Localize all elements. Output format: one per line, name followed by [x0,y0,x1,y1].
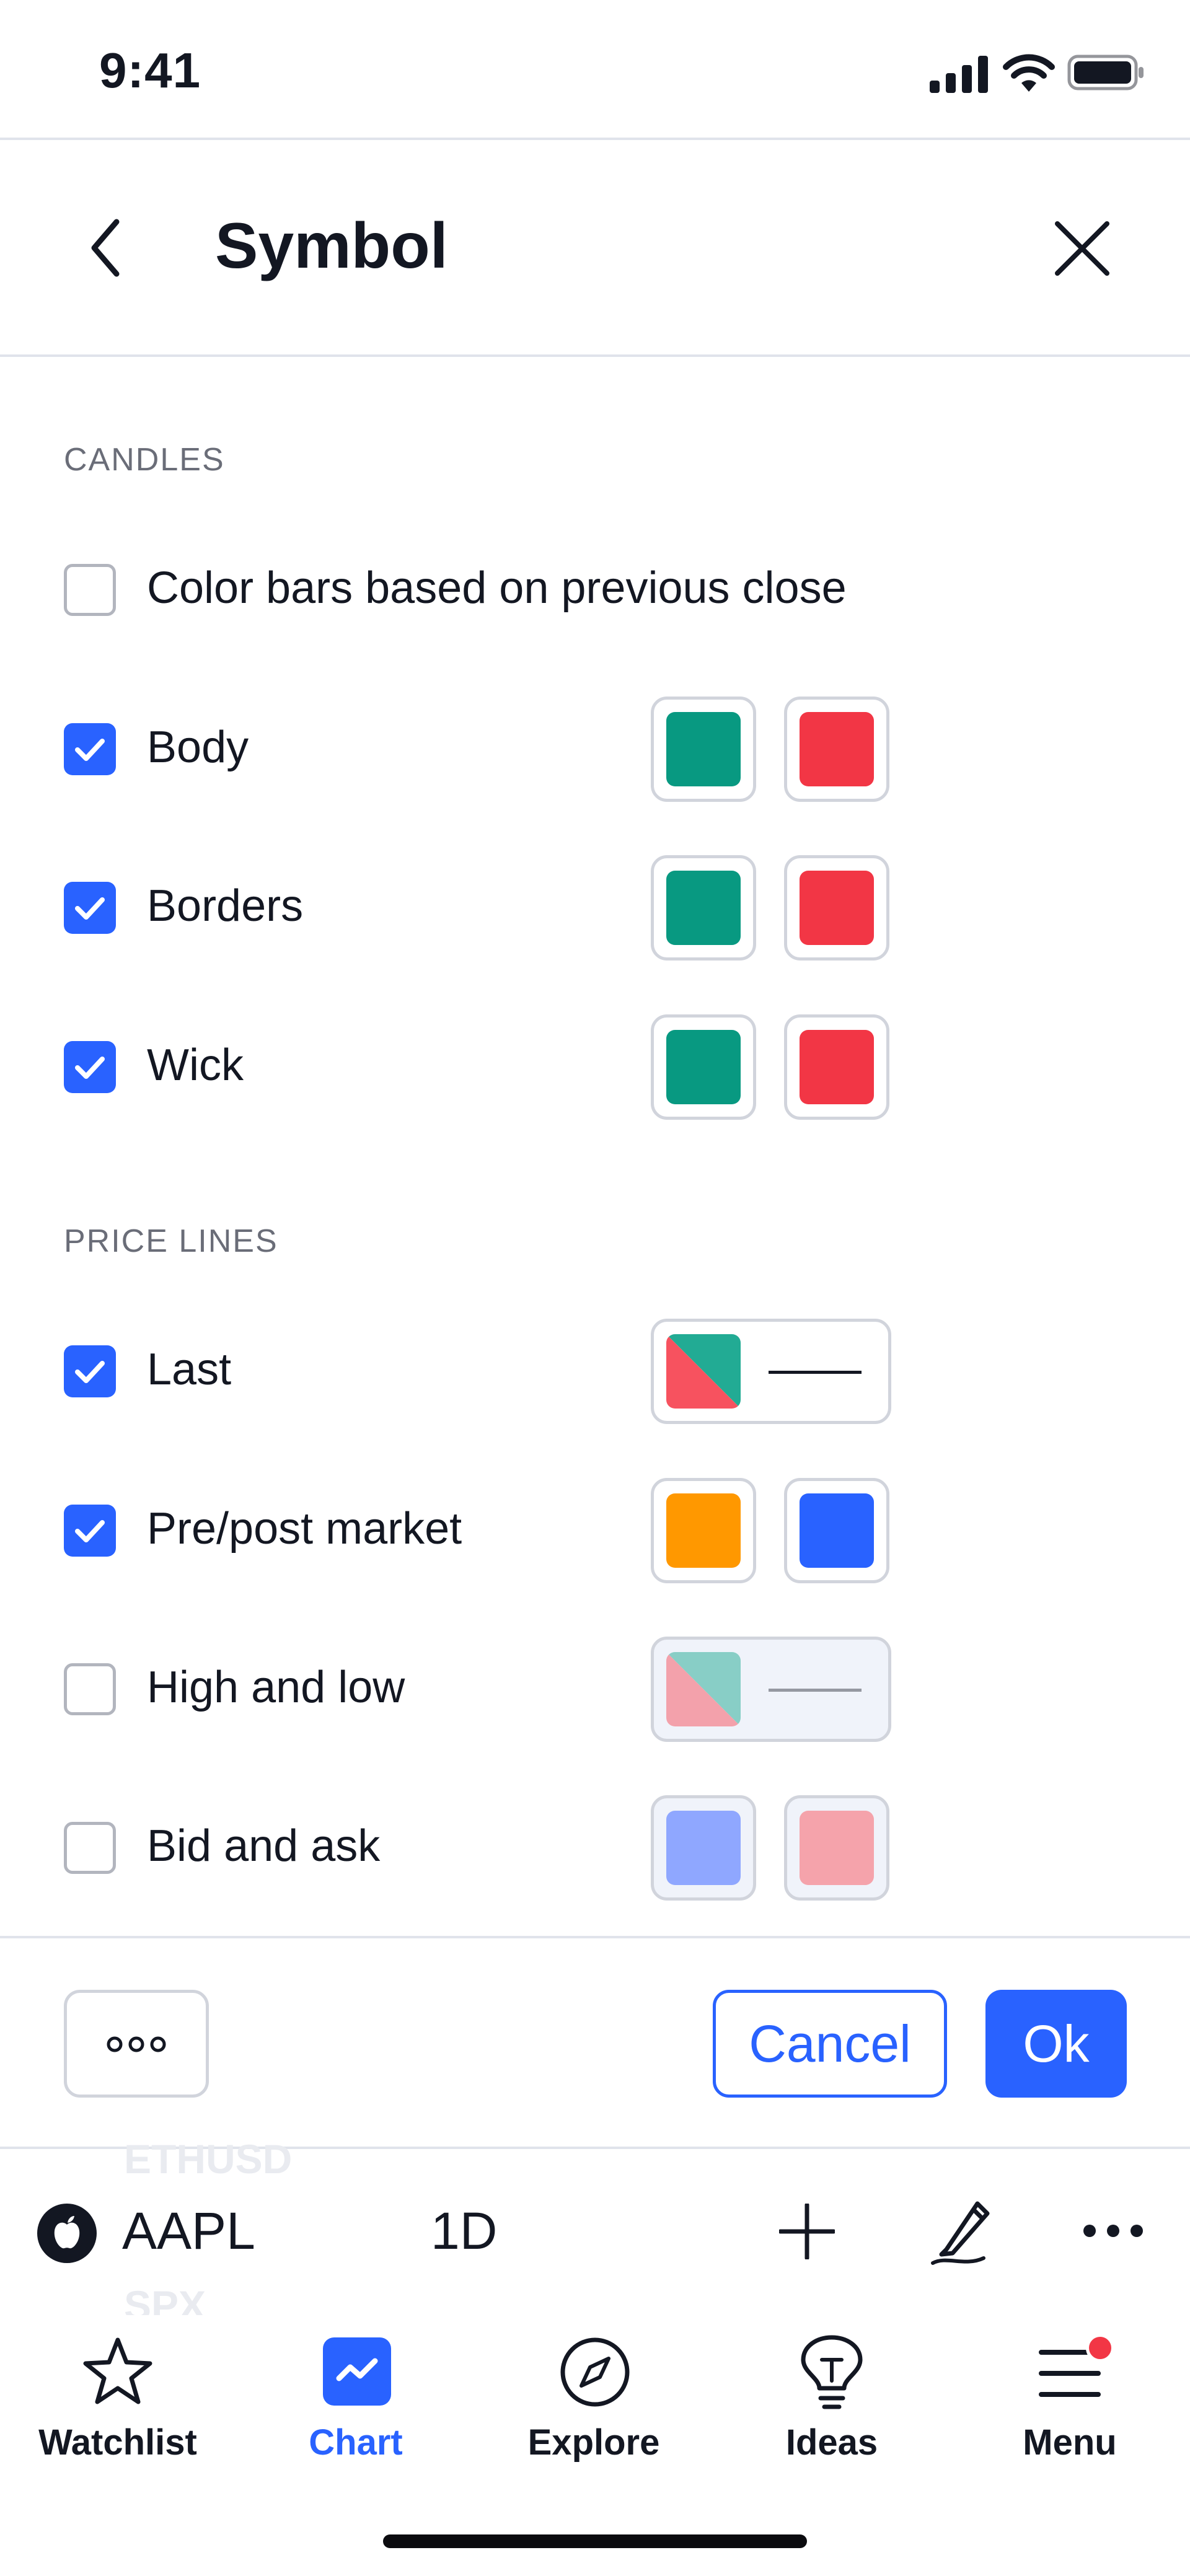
swatch-postmarket[interactable] [784,1478,889,1583]
ghost-symbol-above: ETHUSD [124,2136,293,2182]
apple-logo-icon [37,2204,97,2263]
tab-label-ideas: Ideas [785,2422,878,2463]
two-color-swatch [666,1334,741,1409]
plus-icon[interactable] [779,2204,835,2259]
section-label-price-lines: PRICE LINES [64,1223,278,1259]
signal-icon [930,56,988,93]
ok-button[interactable]: Ok [985,1990,1127,2098]
more-dots-icon [107,2036,166,2052]
more-horizontal-icon[interactable] [1082,2223,1144,2238]
tab-label-explore: Explore [527,2422,660,2463]
home-indicator [383,2534,807,2548]
checkbox-color-bars-prev-close[interactable] [64,564,116,616]
checkbox-borders[interactable] [64,882,116,934]
checkmark-icon [75,1520,105,1542]
checkbox-bid-ask[interactable] [64,1822,116,1874]
lightbulb-icon [801,2335,863,2409]
tab-label-menu: Menu [1023,2422,1117,2463]
checkbox-last[interactable] [64,1345,116,1397]
line-style-picker-high-low[interactable] [651,1637,891,1742]
label-body: Body [147,723,249,772]
checkmark-icon [75,1057,105,1079]
chart-icon [323,2337,391,2406]
swatch-ask[interactable] [784,1795,889,1901]
label-wick: Wick [147,1040,244,1090]
label-last: Last [147,1345,232,1394]
label-borders: Borders [147,881,304,931]
two-color-swatch [666,1652,741,1726]
page-title: Symbol [215,210,448,282]
line-style-solid [769,1371,862,1374]
checkbox-wick[interactable] [64,1041,116,1093]
label-pre-post-market: Pre/post market [147,1504,462,1554]
swatch-body-up[interactable] [651,697,756,802]
checkmark-icon [75,897,105,920]
checkbox-high-low[interactable] [64,1663,116,1715]
compass-icon [560,2337,630,2407]
checkbox-pre-post-market[interactable] [64,1505,116,1557]
tab-label-chart: Chart [309,2422,403,2463]
swatch-premarket[interactable] [651,1478,756,1583]
section-label-candles: CANDLES [64,442,225,478]
symbol-selector[interactable]: AAPL [122,2201,255,2261]
label-bid-ask: Bid and ask [147,1821,381,1871]
battery-icon [1067,55,1144,90]
dialog-header [0,140,1190,357]
tab-label-watchlist: Watchlist [38,2422,197,2463]
close-icon[interactable] [1054,220,1111,277]
drawing-pen-icon[interactable] [928,2194,996,2268]
swatch-body-down[interactable] [784,697,889,802]
checkbox-body[interactable] [64,723,116,775]
status-time: 9:41 [99,43,201,98]
notification-badge [1086,2334,1114,2362]
back-chevron-icon[interactable] [87,217,124,279]
interval-selector[interactable]: 1D [431,2201,497,2261]
star-icon [83,2337,152,2404]
label-color-bars-prev-close: Color bars based on previous close [147,563,847,613]
cancel-button[interactable]: Cancel [713,1990,947,2098]
checkmark-icon [75,739,105,761]
label-high-low: High and low [147,1663,405,1712]
wifi-icon [1003,54,1055,92]
swatch-borders-down[interactable] [784,855,889,961]
checkmark-icon [75,1361,105,1383]
line-style-solid [769,1689,862,1692]
swatch-wick-down[interactable] [784,1014,889,1120]
more-options-button[interactable] [64,1990,209,2098]
swatch-bid[interactable] [651,1795,756,1901]
line-style-picker-last[interactable] [651,1319,891,1424]
swatch-wick-up[interactable] [651,1014,756,1120]
swatch-borders-up[interactable] [651,855,756,961]
